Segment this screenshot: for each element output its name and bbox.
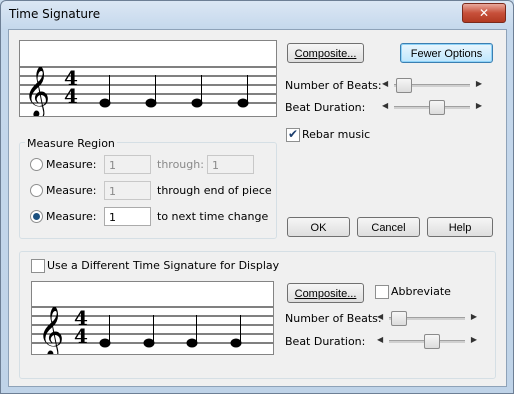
abbreviate-checkbox[interactable] (375, 285, 389, 299)
slider-thumb[interactable] (424, 334, 440, 349)
beat-duration-label: Beat Duration: (285, 101, 366, 114)
measure-radio-next-change[interactable] (30, 210, 43, 223)
composite-label: Composite... (294, 288, 357, 300)
measure-label: Measure: (46, 210, 97, 223)
slider-right-arrow-icon[interactable]: ▶ (476, 101, 482, 110)
slider-thumb[interactable] (429, 100, 445, 115)
fewer-options-button[interactable]: Fewer Options (400, 43, 493, 63)
close-button[interactable]: ✕ (462, 3, 506, 23)
rebar-label[interactable]: Rebar music (302, 128, 370, 141)
staff-lines (20, 66, 276, 104)
measure-label: Measure: (46, 184, 97, 197)
upper-staff-preview: 𝄞 4 4 (19, 40, 277, 119)
abbreviate-label[interactable]: Abbreviate (391, 285, 451, 298)
number-of-beats-slider[interactable]: ◀ ▶ (380, 77, 484, 93)
measure-from-field[interactable]: 1 (104, 155, 151, 174)
quarter-notes (99, 315, 242, 348)
use-different-label[interactable]: Use a Different Time Signature for Displ… (47, 259, 279, 272)
measure-radio-range[interactable] (30, 158, 43, 171)
upper-staff-svg: 𝄞 4 4 (20, 66, 276, 119)
measure-through-field[interactable]: 1 (207, 155, 254, 174)
title-bar[interactable]: Time Signature ✕ (1, 1, 513, 29)
display-composite-button[interactable]: Composite... (287, 283, 364, 303)
dialog-client: 𝄞 4 4 Composite... Fewer Options Number … (8, 29, 507, 387)
measure-region-title: Measure Region (25, 137, 117, 150)
through-label: through: (157, 158, 204, 171)
time-sig-bottom: 4 (64, 84, 78, 108)
use-different-checkbox[interactable] (31, 259, 45, 273)
display-number-of-beats-slider[interactable]: ◀ ▶ (375, 310, 479, 326)
lower-staff-preview: 𝄞 4 4 (31, 281, 274, 359)
number-of-beats-label: Number of Beats: (285, 79, 382, 92)
display-beat-duration-label: Beat Duration: (285, 335, 366, 348)
composite-button[interactable]: Composite... (287, 43, 364, 63)
measure-radio-end-of-piece[interactable] (30, 184, 43, 197)
slider-thumb[interactable] (396, 78, 412, 93)
slider-right-arrow-icon[interactable]: ▶ (471, 312, 477, 321)
through-end-label: through end of piece (157, 184, 272, 197)
close-icon: ✕ (478, 6, 490, 20)
slider-left-arrow-icon[interactable]: ◀ (382, 79, 388, 88)
slider-left-arrow-icon[interactable]: ◀ (382, 101, 388, 110)
treble-clef-icon: 𝄞 (24, 66, 50, 116)
ok-button[interactable]: OK (287, 217, 350, 237)
staff-lines (32, 306, 273, 344)
slider-left-arrow-icon[interactable]: ◀ (377, 312, 383, 321)
time-signature-window: Time Signature ✕ 𝄞 4 4 Composite... Fewe… (0, 0, 514, 394)
measure-label: Measure: (46, 158, 97, 171)
quarter-notes (99, 75, 249, 108)
window-title: Time Signature (9, 7, 101, 21)
slider-right-arrow-icon[interactable]: ▶ (476, 79, 482, 88)
help-button[interactable]: Help (427, 217, 493, 237)
checkmark-icon: ✔ (288, 127, 299, 141)
treble-clef-icon: 𝄞 (38, 306, 64, 354)
composite-label: Composite... (294, 48, 357, 60)
lower-staff-svg: 𝄞 4 4 (32, 306, 273, 359)
measure-end-field[interactable]: 1 (104, 181, 151, 200)
slider-left-arrow-icon[interactable]: ◀ (377, 335, 383, 344)
radio-selected-dot (33, 213, 40, 220)
display-number-of-beats-label: Number of Beats: (285, 312, 382, 325)
slider-thumb[interactable] (391, 311, 407, 326)
slider-right-arrow-icon[interactable]: ▶ (471, 335, 477, 344)
rebar-checkbox[interactable]: ✔ (286, 127, 300, 142)
next-time-change-label: to next time change (157, 210, 269, 223)
beat-duration-slider[interactable]: ◀ ▶ (380, 99, 484, 115)
cancel-button[interactable]: Cancel (357, 217, 420, 237)
display-beat-duration-slider[interactable]: ◀ ▶ (375, 333, 479, 349)
measure-next-change-field[interactable]: 1 (104, 207, 151, 226)
time-sig-bottom: 4 (74, 324, 88, 348)
